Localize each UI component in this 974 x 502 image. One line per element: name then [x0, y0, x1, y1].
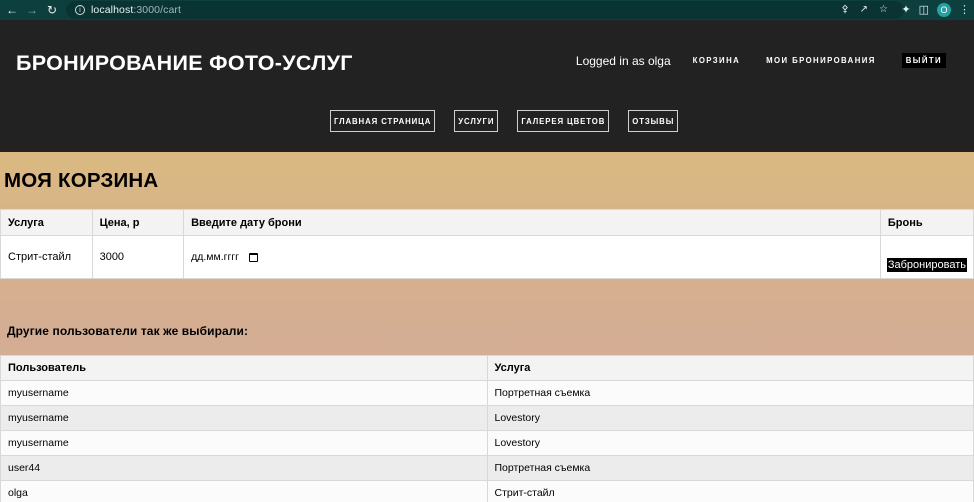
table-row: myusername Портретная съемка — [0, 380, 974, 406]
service-cell: Портретная съемка — [486, 455, 974, 481]
column-header-booking: Бронь — [879, 209, 974, 236]
cart-table-header: Услуга Цена, р Введите дату брони Бронь — [0, 209, 974, 236]
reload-icon[interactable]: ↻ — [44, 2, 60, 18]
table-row: myusername Lovestory — [0, 405, 974, 431]
service-cell: Lovestory — [486, 405, 974, 431]
cart-date-cell: дд.мм.гггг — [183, 235, 881, 279]
user-cell: myusername — [0, 380, 488, 406]
service-cell: Портретная съемка — [486, 380, 974, 406]
page-title: МОЯ КОРЗИНА — [4, 169, 159, 192]
user-cell: olga — [0, 480, 488, 502]
service-cell: Lovestory — [486, 430, 974, 456]
cart-section: МОЯ КОРЗИНА Услуга Цена, р Введите дату … — [0, 152, 974, 502]
cart-book-cell: Забронировать — [879, 235, 974, 279]
nav-home[interactable]: ГЛАВНАЯ СТРАНИЦА — [330, 110, 436, 132]
table-row: olga Стрит-стайл — [0, 480, 974, 502]
cart-row: Стрит-стайл 3000 дд.мм.гггг Забронироват… — [0, 235, 974, 279]
my-bookings-link[interactable]: МОИ БРОНИРОВАНИЯ — [766, 56, 876, 65]
logout-button[interactable]: ВЫЙТИ — [901, 53, 946, 68]
column-header-service: Услуга — [0, 209, 93, 236]
user-bar: Logged in as olga КОРЗИНА МОИ БРОНИРОВАН… — [576, 53, 946, 68]
date-placeholder: дд.мм.гггг — [191, 251, 239, 263]
column-header-price: Цена, р — [91, 209, 185, 236]
address-bar[interactable]: i localhost:3000/cart ⚴ ↗ ☆ — [66, 1, 904, 19]
site-title: БРОНИРОВАНИЕ ФОТО-УСЛУГ — [16, 51, 353, 75]
site-info-icon[interactable]: i — [75, 5, 85, 15]
url-text[interactable]: localhost:3000/cart — [91, 4, 181, 16]
booking-date-input[interactable]: дд.мм.гггг — [191, 251, 258, 263]
column-header-service: Услуга — [486, 355, 974, 381]
logged-in-text: Logged in as olga — [575, 53, 671, 68]
url-host: localhost — [91, 4, 134, 16]
nav-flower-gallery[interactable]: ГАЛЕРЕЯ ЦВЕТОВ — [517, 110, 610, 132]
book-button[interactable]: Забронировать — [886, 258, 967, 272]
nav-reviews[interactable]: ОТЗЫВЫ — [628, 110, 679, 132]
forward-arrow-icon[interactable]: → — [24, 2, 40, 18]
table-row: user44 Портретная съемка — [0, 455, 974, 481]
others-table-header: Пользователь Услуга — [0, 355, 974, 381]
service-cell: Стрит-стайл — [486, 480, 974, 502]
cart-price-cell: 3000 — [91, 235, 185, 279]
user-cell: myusername — [0, 405, 488, 431]
menu-dots-icon[interactable]: ⋮ — [959, 4, 970, 16]
browser-toolbar: ← → ↻ i localhost:3000/cart ⚴ ↗ ☆ ✦ ◫ O … — [0, 0, 974, 20]
others-section-title: Другие пользователи так же выбирали: — [7, 324, 249, 338]
share-icon[interactable]: ↗ — [860, 5, 868, 15]
extensions-icon[interactable]: ✦ — [901, 4, 910, 16]
cart-service-cell: Стрит-стайл — [0, 235, 93, 279]
profile-avatar[interactable]: O — [937, 3, 951, 17]
site-header: БРОНИРОВАНИЕ ФОТО-УСЛУГ Logged in as olg… — [0, 20, 974, 152]
browser-actions: ✦ ◫ O ⋮ — [901, 0, 974, 20]
back-arrow-icon[interactable]: ← — [4, 2, 20, 18]
cart-table: Услуга Цена, р Введите дату брони Бронь … — [0, 209, 974, 279]
calendar-icon[interactable] — [248, 252, 258, 262]
bookmark-star-icon[interactable]: ☆ — [879, 5, 888, 15]
user-cell: user44 — [0, 455, 488, 481]
main-nav: ГЛАВНАЯ СТРАНИЦА УСЛУГИ ГАЛЕРЕЯ ЦВЕТОВ О… — [330, 110, 679, 132]
url-path: :3000/cart — [133, 4, 182, 16]
user-cell: myusername — [0, 430, 488, 456]
nav-services[interactable]: УСЛУГИ — [454, 110, 499, 132]
column-header-user: Пользователь — [0, 355, 488, 381]
cart-link[interactable]: КОРЗИНА — [693, 56, 740, 65]
column-header-date: Введите дату брони — [183, 209, 881, 236]
date-field-wrapper: дд.мм.гггг — [191, 251, 873, 263]
table-row: myusername Lovestory — [0, 430, 974, 456]
side-panel-icon[interactable]: ◫ — [919, 4, 929, 16]
others-table: Пользователь Услуга myusername Портретна… — [0, 355, 974, 502]
key-icon[interactable]: ⚴ — [841, 5, 848, 15]
address-bar-actions: ⚴ ↗ ☆ — [841, 1, 888, 19]
